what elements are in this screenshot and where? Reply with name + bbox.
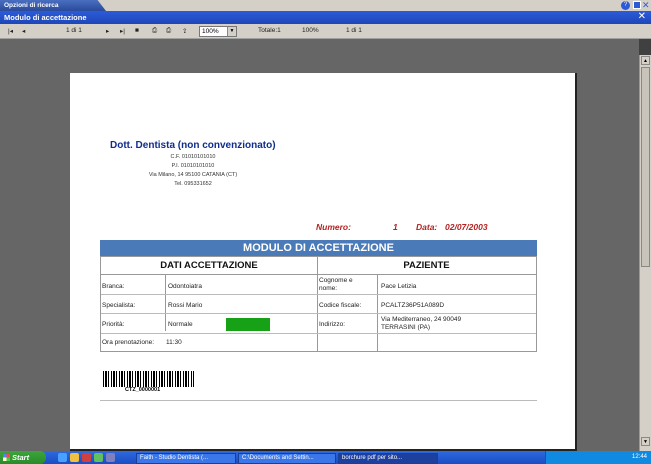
last-page-icon[interactable]: ▸| [120,27,125,35]
task-faith[interactable]: Faith - Studio Dentista (... [136,453,236,464]
total-label: Totale:1 [258,27,281,34]
page-indicator: 1 di 1 [66,27,82,34]
tab-search-options[interactable]: Opzioni di ricerca [0,0,106,11]
zoom-select[interactable]: 100% ▼ [199,26,237,37]
form-title: MODULO DI ACCETTAZIONE [100,240,537,256]
ie-icon[interactable] [58,453,67,462]
barcode-label: CTZ_0000001 [125,387,161,393]
page-rule [100,400,537,401]
doctor-cf: C.F. 01010101010 [170,154,216,160]
divider [317,257,318,351]
divider [101,313,536,314]
ora-label: Ora prenotazione: [102,339,155,346]
cf-value: PCALTZ36P51A089D [381,302,445,309]
data-value: 02/07/2003 [445,222,488,232]
help-icon[interactable]: ? [621,1,630,10]
export-icon[interactable]: ⇪ [182,27,187,35]
quicklaunch-icon[interactable] [94,453,103,462]
page-of: 1 di 1 [346,27,362,34]
quicklaunch-icon[interactable] [106,453,115,462]
prev-page-icon[interactable]: ◂ [22,27,25,35]
indirizzo-line1: Via Mediterraneo, 24 90049 [381,316,462,323]
numero-label: Numero: [316,222,351,232]
priority-indicator [226,318,270,331]
media-icon[interactable] [82,453,91,462]
section-acceptance-data: DATI ACCETTAZIONE [101,257,317,275]
ora-value: 11:30 [166,339,182,346]
next-page-icon[interactable]: ▸ [106,27,109,35]
window-title: Modulo di accettazione [0,11,651,24]
data-label: Data: [416,222,438,232]
cf-label: Codice fiscale: [319,302,362,309]
print-icon[interactable]: ⎙ [152,27,157,35]
zoom-percent: 100% [302,27,319,34]
numero-value: 1 [393,222,398,232]
report-toolbar: |◂ ◂ 1 di 1 ▸ ▸| ■ ⎙ ⎙ ⇪ 100% ▼ Totale:1… [0,24,651,39]
restore-icon[interactable] [633,1,641,9]
doctor-name: Dott. Dentista (non convenzionato) [110,140,276,151]
zoom-value: 100% [202,28,219,35]
task-brochure[interactable]: borchure pdf per sito... [338,453,438,464]
indirizzo-label: Indirizzo: [319,321,346,328]
branca-value: Odontoiatra [168,283,202,290]
priorita-label: Priorità: [102,321,125,328]
divider [101,333,536,334]
priorita-value: Normale [168,321,193,328]
cognome-label: Cognome e nome: [319,277,353,292]
close-tab-icon[interactable]: ✕ [642,0,650,10]
stop-icon[interactable]: ■ [135,27,139,34]
window-controls: ? ✕ [621,0,651,11]
task-documents[interactable]: C:\Documents and Settin... [238,453,336,464]
close-window-icon[interactable]: ✕ [638,11,646,23]
doctor-address: Via Milano, 14 95100 CATANIA (CT) [148,172,238,178]
scroll-up-icon[interactable]: ▲ [641,56,650,65]
clock: 12:44 [631,454,647,460]
first-page-icon[interactable]: |◂ [8,27,13,35]
print-setup-icon[interactable]: ⎙ [166,27,171,35]
barcode [103,371,194,387]
divider [101,294,536,295]
windows-logo-icon [3,454,10,461]
explorer-icon[interactable] [70,453,79,462]
specialista-label: Specialista: [102,302,136,309]
scroll-thumb[interactable] [641,67,650,267]
doctor-pi: P.I. 01010101010 [171,163,215,169]
chevron-down-icon[interactable]: ▼ [227,27,236,36]
indirizzo-line2: TERRASINI (PA) [381,324,430,331]
specialista-value: Rossi Mario [168,302,203,309]
branca-label: Branca: [102,283,125,290]
scroll-down-icon[interactable]: ▼ [641,437,650,446]
section-patient: PAZIENTE [317,257,536,275]
vertical-scrollbar[interactable]: ▲ ▼ [639,55,651,451]
divider [165,275,166,331]
system-tray: 12:44 [545,451,651,464]
doctor-tel: Tel. 095331652 [174,181,212,187]
cognome-value: Pace Letizia [381,283,417,290]
